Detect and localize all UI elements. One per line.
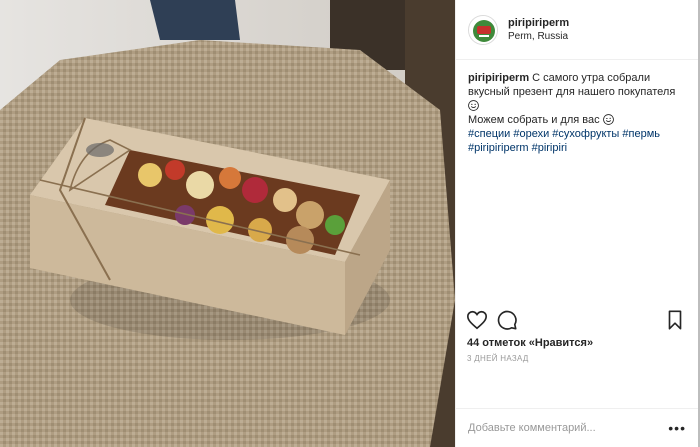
header-username[interactable]: piripiriperm <box>508 17 569 29</box>
bookmark-icon <box>668 310 682 330</box>
action-bar <box>466 309 686 333</box>
save-button[interactable] <box>664 309 686 331</box>
post-bottom: 44 отметок «Нравится» 3 ДНЕЙ НАЗАД ••• <box>456 310 698 447</box>
wink-emoji-icon <box>602 114 614 125</box>
caption-text-line2: Можем собрать и для вас <box>468 114 603 126</box>
hashtag[interactable]: #орехи <box>513 128 549 140</box>
comment-form: ••• <box>456 409 698 447</box>
header-location[interactable]: Perm, Russia <box>508 31 569 42</box>
instagram-post: piripiriperm Perm, Russia piripiriperm С… <box>0 0 700 447</box>
hashtag[interactable]: #пермь <box>622 128 660 140</box>
hashtag[interactable]: #специи <box>468 128 510 140</box>
smile-emoji-icon <box>468 100 479 111</box>
post-photo[interactable] <box>0 0 455 447</box>
comment-button[interactable] <box>496 309 518 331</box>
caption: piripiriperm С самого утра собрали вкусн… <box>456 60 698 166</box>
caption-username[interactable]: piripiriperm <box>468 72 529 84</box>
post-time[interactable]: 3 ДНЕЙ НАЗАД <box>467 354 529 363</box>
more-options-icon[interactable]: ••• <box>668 420 686 436</box>
comment-input[interactable] <box>468 422 669 434</box>
like-button[interactable] <box>466 309 488 331</box>
post-header: piripiriperm Perm, Russia <box>456 0 698 60</box>
hashtag[interactable]: #сухофрукты <box>552 128 619 140</box>
gift-box-photo <box>0 0 455 447</box>
piripiri-logo-icon <box>469 15 497 44</box>
post-side-panel: piripiriperm Perm, Russia piripiriperm С… <box>455 0 698 447</box>
like-count[interactable]: 44 отметок «Нравится» <box>467 337 593 349</box>
hashtag[interactable]: #piripiriperm <box>468 142 529 154</box>
heart-icon <box>467 310 487 330</box>
hashtag[interactable]: #piripiri <box>532 142 567 154</box>
comment-icon <box>497 310 517 330</box>
avatar[interactable] <box>468 14 498 45</box>
